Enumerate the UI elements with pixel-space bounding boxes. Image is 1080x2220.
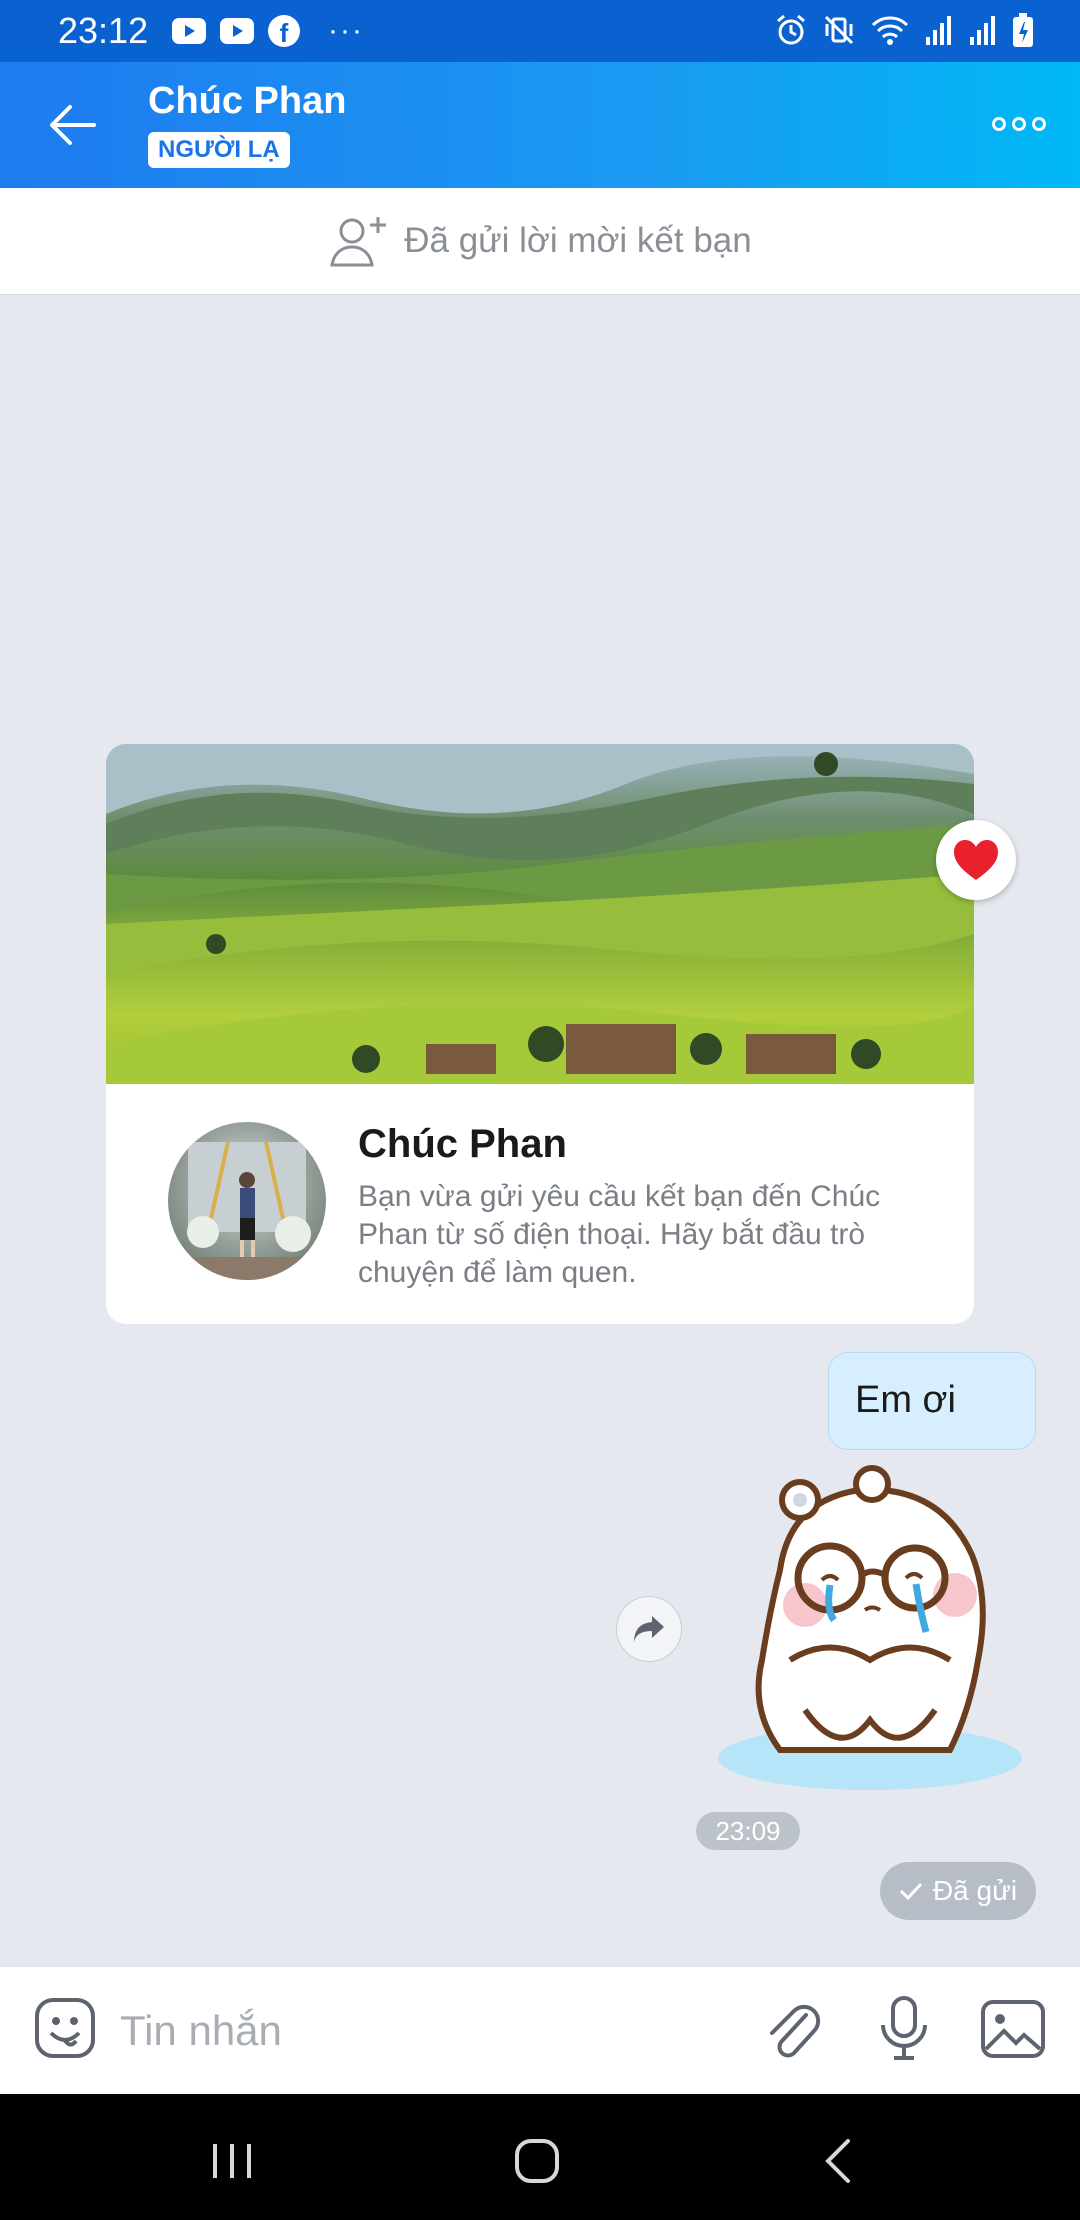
paperclip-icon[interactable] <box>762 1995 822 2061</box>
heart-reaction-button[interactable] <box>936 820 1016 900</box>
sent-status-text: Đã gửi <box>932 1875 1018 1906</box>
card-description: Bạn vừa gửi yêu cầu kết bạn đến Chúc Pha… <box>358 1180 881 1289</box>
signal-icon <box>970 16 995 45</box>
message-bubble[interactable]: Em ơi <box>828 1352 1036 1450</box>
notification-icons: f ··· <box>172 14 364 48</box>
system-navigation-bar <box>0 2094 1080 2220</box>
emoji-icon[interactable] <box>34 1997 96 2059</box>
status-bar: 23:12 f ··· <box>0 0 1080 62</box>
battery-charging-icon <box>1013 13 1033 47</box>
youtube-icon <box>172 18 206 44</box>
message-timestamp: 23:09 <box>696 1812 800 1850</box>
signal-icon <box>926 16 951 45</box>
heart-icon <box>954 840 998 880</box>
chat-header: Chúc Phan NGƯỜI LẠ <box>0 62 1080 188</box>
avatar[interactable] <box>168 1122 326 1280</box>
more-notifications-icon: ··· <box>328 14 364 47</box>
check-icon <box>899 1882 923 1901</box>
facebook-icon: f <box>268 15 300 48</box>
home-icon[interactable] <box>514 2138 560 2184</box>
add-friend-icon <box>330 217 387 267</box>
friend-request-text: Đã gửi lời mời kết bạn <box>404 221 752 260</box>
system-icons <box>774 12 1034 48</box>
youtube-icon <box>220 18 254 44</box>
more-options-button[interactable] <box>992 117 1046 131</box>
forward-arrow-icon <box>634 1616 664 1642</box>
contact-name[interactable]: Chúc Phan <box>148 80 346 123</box>
wifi-icon <box>871 16 909 45</box>
nav-back-icon[interactable] <box>822 2138 852 2184</box>
dot-icon <box>992 117 1006 131</box>
vibrate-mute-icon <box>824 15 854 45</box>
alarm-icon <box>777 14 805 45</box>
recent-apps-icon[interactable] <box>210 2142 254 2180</box>
image-icon[interactable] <box>980 1999 1046 2059</box>
message-input[interactable] <box>118 1997 722 2065</box>
cover-photo <box>106 744 974 1084</box>
sent-status-badge: Đã gửi <box>880 1862 1036 1920</box>
stranger-badge: NGƯỜI LẠ <box>148 132 290 168</box>
message-input-bar <box>0 1966 1080 2095</box>
crying-bear-sticker[interactable] <box>710 1460 1030 1800</box>
status-time: 23:12 <box>58 10 149 51</box>
profile-card[interactable]: Chúc Phan Bạn vừa gửi yêu cầu kết bạn đế… <box>106 744 974 1324</box>
back-arrow-icon[interactable] <box>44 100 100 150</box>
microphone-icon[interactable] <box>876 1995 932 2061</box>
forward-button[interactable] <box>616 1596 682 1662</box>
dot-icon <box>1012 117 1026 131</box>
dot-icon <box>1032 117 1046 131</box>
card-name: Chúc Phan <box>358 1122 567 1166</box>
friend-request-bar[interactable]: Đã gửi lời mời kết bạn <box>0 188 1080 295</box>
